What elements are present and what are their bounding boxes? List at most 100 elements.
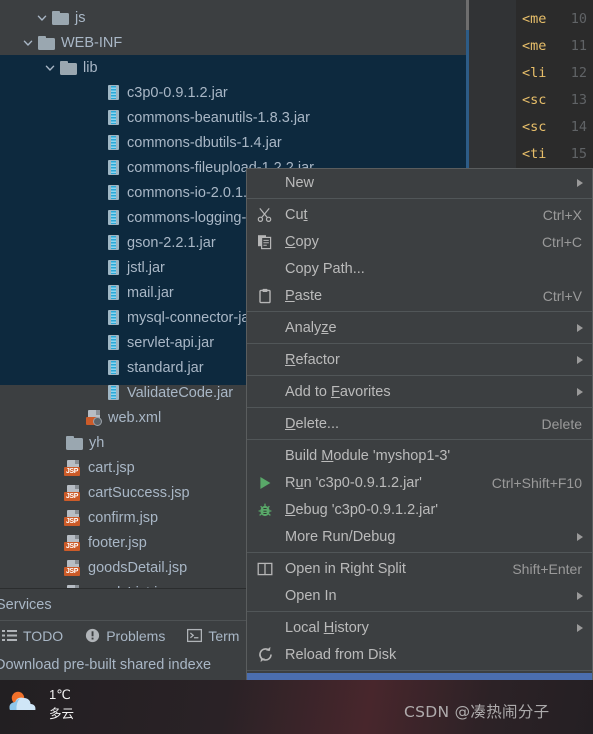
jar-file-icon (108, 385, 119, 400)
scissors-icon (256, 206, 274, 224)
menu-item[interactable]: Open In (247, 582, 592, 609)
jar-file-icon (108, 310, 119, 325)
menu-item[interactable]: Local History (247, 614, 592, 641)
chevron-down-icon[interactable] (44, 62, 56, 74)
tree-row-label: gson-2.2.1.jar (127, 234, 216, 251)
menu-separator (247, 670, 592, 671)
menu-item-shortcut: Ctrl+V (542, 287, 582, 304)
todo-icon (2, 628, 17, 643)
tree-row[interactable]: js (0, 5, 466, 30)
clipboard-icon (256, 287, 274, 305)
menu-item[interactable]: Analyze (247, 314, 592, 341)
code-editor[interactable]: 10 <me 11 <me 12 <li 13 <sc 14 <sc 15 <ti (466, 0, 593, 168)
chevron-down-icon[interactable] (36, 12, 48, 24)
menu-separator (247, 375, 592, 376)
editor-gutter[interactable] (469, 0, 516, 168)
chevron-right-icon (577, 178, 583, 187)
menu-item-label: Run 'c3p0-0.9.1.2.jar' (285, 474, 422, 491)
tree-row-label: footer.jsp (88, 534, 147, 551)
editor-code-line: <li (522, 65, 547, 81)
editor-code-line: <ti (522, 146, 547, 162)
menu-item[interactable]: Build Module 'myshop1-3' (247, 442, 592, 469)
jar-file-icon (108, 360, 119, 375)
chevron-right-icon (577, 591, 583, 600)
jsp-file-icon: JSP (64, 484, 82, 501)
folder-icon (66, 435, 83, 450)
menu-item-label: Reload from Disk (285, 646, 397, 663)
weather-widget[interactable]: 1℃ 多云 (6, 686, 74, 723)
tree-row-label: confirm.jsp (88, 509, 159, 526)
chevron-right-icon (577, 355, 583, 364)
menu-item-shortcut: Ctrl+X (542, 206, 582, 223)
status-message[interactable]: Download pre-built shared indexe (0, 657, 211, 673)
menu-item-shortcut: Ctrl+C (541, 233, 582, 250)
toolwindow-button-todo[interactable]: TODO (2, 628, 63, 644)
editor-line-number: 13 (570, 92, 587, 108)
tree-row-label: standard.jar (127, 359, 204, 376)
tree-row-label: jstl.jar (127, 259, 165, 276)
refresh-icon (256, 646, 274, 664)
problems-icon (85, 628, 100, 643)
editor-code-line: <me (522, 11, 547, 27)
menu-item-label: Refactor (285, 351, 340, 368)
run-icon (256, 474, 274, 492)
menu-item-label: Add to Favorites (285, 383, 391, 400)
tree-row[interactable]: WEB-INF (0, 30, 466, 55)
jar-file-icon (108, 85, 119, 100)
editor-line-number: 11 (570, 38, 587, 54)
jsp-file-icon: JSP (64, 459, 82, 476)
tree-row[interactable]: lib (0, 55, 466, 80)
menu-item-label: Local History (285, 619, 369, 636)
menu-separator (247, 407, 592, 408)
tree-row-label: WEB-INF (61, 34, 123, 51)
menu-item[interactable]: Refactor (247, 346, 592, 373)
toolwindow-label-terminal: Term (208, 627, 240, 644)
menu-item[interactable]: Debug 'c3p0-0.9.1.2.jar' (247, 496, 592, 523)
folder-icon (38, 35, 55, 50)
tree-row-label: servlet-api.jar (127, 334, 215, 351)
context-menu[interactable]: New Cut Ctrl+X Copy Ctrl+C Copy Path... Paste C… (246, 168, 593, 734)
tree-row-label: yh (89, 434, 105, 451)
menu-item[interactable]: Delete... Delete (247, 410, 592, 437)
menu-separator (247, 198, 592, 199)
menu-item[interactable]: Copy Ctrl+C (247, 228, 592, 255)
menu-item-label: Copy (285, 233, 319, 250)
tree-row-label: web.xml (108, 409, 162, 426)
jar-file-icon (108, 110, 119, 125)
menu-separator (247, 552, 592, 553)
menu-item-label: Open In (285, 587, 337, 604)
xml-file-icon (86, 410, 102, 426)
editor-line-number: 15 (570, 146, 587, 162)
tree-row[interactable]: commons-dbutils-1.4.jar (0, 130, 466, 155)
menu-item-label: More Run/Debug (285, 528, 396, 545)
tree-row[interactable]: commons-beanutils-1.8.3.jar (0, 105, 466, 130)
tree-row[interactable]: c3p0-0.9.1.2.jar (0, 80, 466, 105)
menu-item[interactable]: New (247, 169, 592, 196)
menu-item-label: Paste (285, 287, 323, 304)
menu-item[interactable]: Open in Right Split Shift+Enter (247, 555, 592, 582)
menu-item[interactable]: Cut Ctrl+X (247, 201, 592, 228)
tree-row-label: ValidateCode.jar (127, 384, 234, 401)
tree-row-label: cart.jsp (88, 459, 135, 476)
chevron-right-icon (577, 387, 583, 396)
jar-file-icon (108, 135, 119, 150)
toolwindow-button-terminal[interactable]: Term (187, 628, 239, 644)
menu-separator (247, 439, 592, 440)
menu-item[interactable]: Reload from Disk (247, 641, 592, 668)
copy-icon (256, 233, 274, 251)
menu-item[interactable]: Run 'c3p0-0.9.1.2.jar' Ctrl+Shift+F10 (247, 469, 592, 496)
toolwindow-button-problems[interactable]: Problems (85, 628, 165, 644)
menu-item[interactable]: Add to Favorites (247, 378, 592, 405)
menu-separator (247, 611, 592, 612)
debug-icon (256, 501, 274, 519)
weather-temperature: 1℃ (49, 687, 71, 702)
weather-text: 1℃ 多云 (49, 686, 74, 723)
menu-item[interactable]: Paste Ctrl+V (247, 282, 592, 309)
menu-separator (247, 343, 592, 344)
toolwindow-label-problems: Problems (106, 627, 166, 644)
chevron-down-icon[interactable] (22, 37, 34, 49)
menu-item[interactable]: Copy Path... (247, 255, 592, 282)
menu-item[interactable]: More Run/Debug (247, 523, 592, 550)
editor-code-line: <sc (522, 92, 547, 108)
menu-item-label: New (285, 174, 315, 191)
